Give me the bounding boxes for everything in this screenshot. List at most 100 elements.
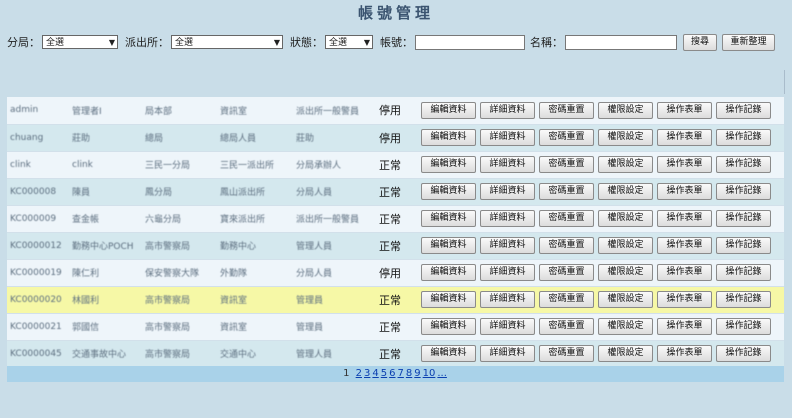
account-input[interactable]: [415, 34, 525, 50]
table-row: KC0000045 交通事故中心 高市警察局 交通中心 管理人員 正常 編輯資料 詳細資料 密碼…: [7, 340, 784, 368]
operation-form-button[interactable]: 操作表單: [657, 183, 712, 200]
reset-password-button[interactable]: 密碼重置: [539, 237, 594, 254]
edit-button[interactable]: 編輯資料: [421, 210, 476, 227]
permissions-button[interactable]: 權限設定: [598, 183, 653, 200]
details-button[interactable]: 詳細資料: [480, 264, 535, 281]
reset-password-button[interactable]: 密碼重置: [539, 291, 594, 308]
pagination-link[interactable]: 2: [356, 368, 362, 379]
edit-button[interactable]: 編輯資料: [421, 345, 476, 362]
cell-role: 分局人員: [293, 178, 377, 206]
cell-branch: 六龜分局: [142, 205, 217, 233]
operation-form-button[interactable]: 操作表單: [657, 264, 712, 281]
details-button[interactable]: 詳細資料: [480, 345, 535, 362]
operation-log-button[interactable]: 操作記錄: [716, 237, 771, 254]
details-button[interactable]: 詳細資料: [480, 210, 535, 227]
operation-log-button[interactable]: 操作記錄: [716, 101, 771, 119]
operation-form-button[interactable]: 操作表單: [657, 291, 712, 308]
details-button[interactable]: 詳細資料: [480, 156, 535, 173]
permissions-button[interactable]: 權限設定: [598, 237, 653, 254]
permissions-button[interactable]: 權限設定: [598, 318, 653, 335]
permissions-button[interactable]: 權限設定: [598, 291, 653, 308]
permissions-button[interactable]: 權限設定: [598, 129, 653, 146]
cell-account: clink: [7, 151, 69, 179]
pagination-link[interactable]: 5: [381, 368, 387, 379]
cell-account: admin: [7, 97, 69, 125]
operation-form-button[interactable]: 操作表單: [657, 156, 712, 173]
permissions-button[interactable]: 權限設定: [598, 345, 653, 362]
pagination-link[interactable]: 10: [423, 368, 436, 379]
edit-button[interactable]: 編輯資料: [421, 264, 476, 281]
cell-role: 分局承辦人: [293, 151, 377, 179]
edit-button[interactable]: 編輯資料: [421, 291, 476, 308]
cell-role: 派出所一般警員: [293, 205, 377, 233]
operation-form-button[interactable]: 操作表單: [657, 318, 712, 335]
details-button[interactable]: 詳細資料: [480, 291, 535, 308]
cell-name: 郭國信: [69, 313, 142, 341]
edit-button[interactable]: 編輯資料: [421, 318, 476, 335]
permissions-button[interactable]: 權限設定: [598, 156, 653, 173]
operation-log-button[interactable]: 操作記錄: [716, 318, 771, 335]
reset-password-button[interactable]: 密碼重置: [539, 318, 594, 335]
station-select[interactable]: 全選 ▼: [171, 35, 283, 49]
cell-account: chuang: [7, 124, 69, 152]
cell-station: 鳳山派出所: [217, 178, 293, 206]
operation-form-button[interactable]: 操作表單: [657, 129, 712, 146]
cell-account: KC000008: [7, 178, 69, 206]
cell-branch: 高市警察局: [142, 313, 217, 341]
operation-log-button[interactable]: 操作記錄: [716, 345, 771, 362]
pagination-link[interactable]: 9: [414, 368, 420, 379]
pagination-link[interactable]: 8: [406, 368, 412, 379]
operation-form-button[interactable]: 操作表單: [657, 345, 712, 362]
cell-name: clink: [69, 151, 142, 179]
cell-account: KC0000012: [7, 232, 69, 260]
search-button[interactable]: 搜尋: [683, 33, 717, 51]
operation-form-button[interactable]: 操作表單: [657, 210, 712, 227]
branch-select[interactable]: 全選 ▼: [42, 35, 118, 49]
cell-status: 停用: [377, 97, 419, 125]
cell-account: KC0000045: [7, 340, 69, 368]
pagination-link[interactable]: ...: [437, 368, 447, 379]
operation-log-button[interactable]: 操作記錄: [716, 183, 771, 200]
edit-button[interactable]: 編輯資料: [421, 237, 476, 254]
operation-log-button[interactable]: 操作記錄: [716, 291, 771, 308]
edit-button[interactable]: 編輯資料: [421, 183, 476, 200]
name-label: 名稱：: [530, 36, 563, 49]
details-button[interactable]: 詳細資料: [480, 318, 535, 335]
edit-button[interactable]: 編輯資料: [421, 101, 476, 119]
reset-button[interactable]: 重新整理: [722, 33, 775, 51]
details-button[interactable]: 詳細資料: [480, 237, 535, 254]
pagination-link[interactable]: 4: [372, 368, 378, 379]
cell-role: 派出所一般警員: [293, 97, 377, 125]
name-input[interactable]: [565, 34, 677, 50]
edit-button[interactable]: 編輯資料: [421, 129, 476, 146]
permissions-button[interactable]: 權限設定: [598, 210, 653, 227]
reset-password-button[interactable]: 密碼重置: [539, 264, 594, 281]
details-button[interactable]: 詳細資料: [480, 183, 535, 200]
pagination-link[interactable]: 3: [364, 368, 370, 379]
pagination-link[interactable]: 7: [398, 368, 404, 379]
operation-form-button[interactable]: 操作表單: [657, 237, 712, 254]
cell-actions: 編輯資料 詳細資料 密碼重置 權限設定 操作表單 操作記錄: [419, 286, 784, 314]
cell-role: 分局人員: [293, 259, 377, 287]
operation-form-button[interactable]: 操作表單: [657, 101, 712, 119]
reset-password-button[interactable]: 密碼重置: [539, 129, 594, 146]
operation-log-button[interactable]: 操作記錄: [716, 210, 771, 227]
reset-password-button[interactable]: 密碼重置: [539, 183, 594, 200]
reset-password-button[interactable]: 密碼重置: [539, 156, 594, 173]
details-button[interactable]: 詳細資料: [480, 129, 535, 146]
permissions-button[interactable]: 權限設定: [598, 264, 653, 281]
permissions-button[interactable]: 權限設定: [598, 101, 653, 119]
cell-name: 管理者I: [69, 97, 142, 125]
operation-log-button[interactable]: 操作記錄: [716, 156, 771, 173]
details-button[interactable]: 詳細資料: [480, 101, 535, 119]
status-label: 狀態：: [290, 36, 323, 49]
reset-password-button[interactable]: 密碼重置: [539, 210, 594, 227]
operation-log-button[interactable]: 操作記錄: [716, 264, 771, 281]
status-select[interactable]: 全選 ▼: [325, 35, 373, 49]
reset-password-button[interactable]: 密碼重置: [539, 101, 594, 119]
pagination-link[interactable]: 6: [389, 368, 395, 379]
operation-log-button[interactable]: 操作記錄: [716, 129, 771, 146]
edit-button[interactable]: 編輯資料: [421, 156, 476, 173]
reset-password-button[interactable]: 密碼重置: [539, 345, 594, 362]
table-row: KC000008 陳員 鳳分局 鳳山派出所 分局人員 正常 編輯資料 詳細資料 密碼重置 權限設定…: [7, 178, 784, 206]
